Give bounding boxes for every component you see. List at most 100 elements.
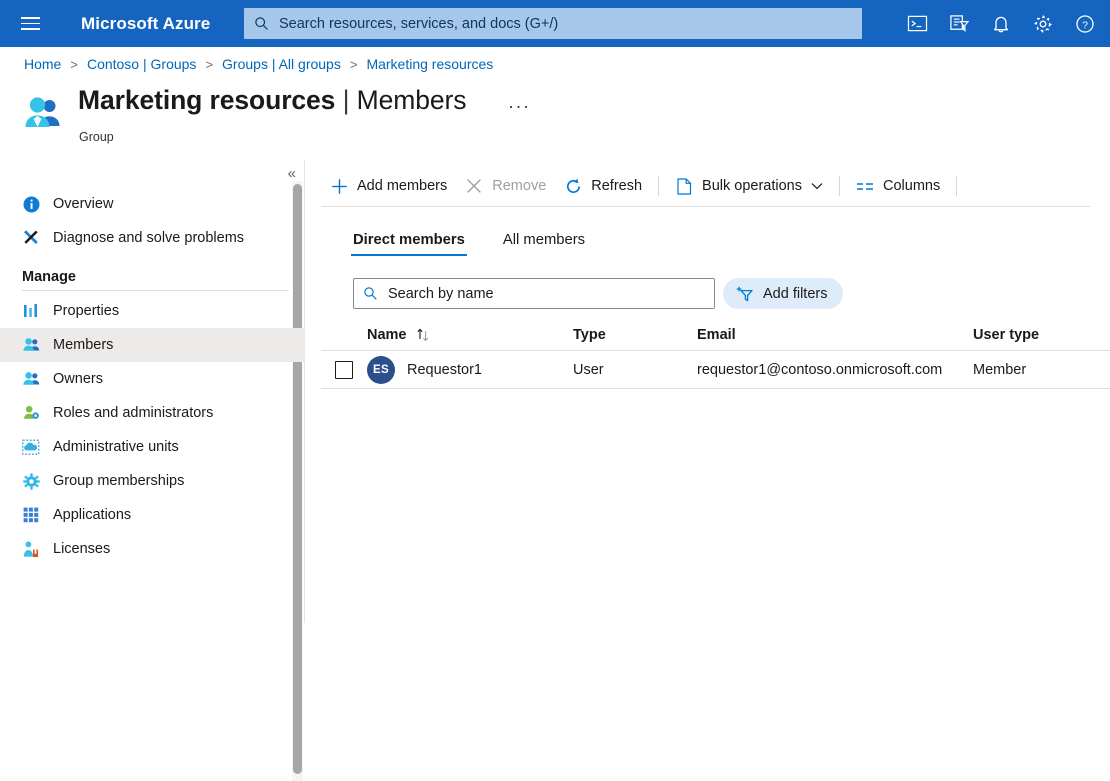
refresh-label: Refresh — [591, 178, 642, 194]
chevron-down-icon — [811, 182, 823, 190]
row-checkbox[interactable] — [335, 361, 353, 379]
toolbar-underline — [321, 206, 1090, 207]
search-by-name-input[interactable] — [386, 285, 705, 303]
add-filters-button[interactable]: Add filters — [723, 278, 843, 309]
sidebar-item-label: Group memberships — [53, 473, 184, 489]
bulk-operations-label: Bulk operations — [702, 178, 802, 194]
toolbar-divider — [956, 176, 957, 196]
tab-direct-members[interactable]: Direct members — [351, 232, 467, 256]
sidebar-item-label: Applications — [53, 507, 131, 523]
column-header-name[interactable]: Name — [367, 327, 573, 343]
columns-button[interactable]: Columns — [847, 170, 949, 202]
member-tabs: Direct members All members — [351, 220, 621, 256]
column-header-email[interactable]: Email — [697, 327, 973, 343]
breadcrumb-item-marketing-resources[interactable]: Marketing resources — [366, 56, 493, 72]
directories-subscriptions-icon[interactable] — [938, 0, 980, 47]
properties-bars-icon — [22, 302, 40, 320]
search-icon — [363, 286, 378, 301]
table-header-row: Name Type Email User ty — [321, 320, 1110, 351]
breadcrumb-item-home[interactable]: Home — [24, 56, 61, 72]
sidebar-item-owners[interactable]: Owners — [0, 362, 305, 396]
page-title: Marketing resources | Members — [78, 85, 466, 116]
column-header-name-label: Name — [367, 327, 407, 343]
document-page-icon — [675, 177, 693, 195]
refresh-icon — [564, 177, 582, 195]
settings-gear-icon[interactable] — [1022, 0, 1064, 47]
sidebar-item-label: Administrative units — [53, 439, 179, 455]
sidebar-item-label: Owners — [53, 371, 103, 387]
brand-title[interactable]: Microsoft Azure — [81, 14, 210, 34]
remove-button[interactable]: Remove — [456, 170, 555, 202]
sidebar-item-administrative-units[interactable]: Administrative units — [0, 430, 305, 464]
refresh-button[interactable]: Refresh — [555, 170, 651, 202]
licenses-icon — [22, 540, 40, 558]
header-icon-group: ? — [896, 0, 1106, 47]
group-memberships-gear-icon — [22, 472, 40, 490]
columns-icon — [856, 177, 874, 195]
breadcrumb-separator: > — [70, 57, 78, 72]
add-filter-icon — [736, 286, 754, 302]
sidebar-item-label: Properties — [53, 303, 119, 319]
row-email-cell: requestor1@contoso.onmicrosoft.com — [697, 362, 973, 378]
sort-arrows-icon[interactable] — [416, 328, 431, 342]
toolbar-divider — [658, 176, 659, 196]
members-table: Name Type Email User ty — [321, 320, 1110, 389]
global-search-box[interactable] — [244, 8, 862, 39]
sidebar-item-label: Licenses — [53, 541, 110, 557]
sidebar-item-diagnose-and-solve-problems[interactable]: Diagnose and solve problems — [0, 221, 305, 255]
sidebar-item-members[interactable]: Members — [0, 328, 305, 362]
global-search-input[interactable] — [277, 15, 852, 33]
breadcrumb-item-groups-all-groups[interactable]: Groups | All groups — [222, 56, 341, 72]
search-by-name-box[interactable] — [353, 278, 715, 309]
breadcrumb-item-contoso-groups[interactable]: Contoso | Groups — [87, 56, 196, 72]
filter-row: Add filters — [353, 278, 843, 309]
page-title-separator: | — [343, 85, 350, 115]
columns-label: Columns — [883, 178, 940, 194]
group-people-icon — [22, 93, 66, 133]
info-circle-icon — [22, 195, 40, 213]
sidebar-item-applications[interactable]: Applications — [0, 498, 305, 532]
cloud-shell-icon[interactable] — [896, 0, 938, 47]
breadcrumb-separator: > — [350, 57, 358, 72]
sidebar-item-licenses[interactable]: Licenses — [0, 532, 305, 566]
sidebar-item-group-memberships[interactable]: Group memberships — [0, 464, 305, 498]
sidebar-item-properties[interactable]: Properties — [0, 294, 305, 328]
command-toolbar: Add members Remove Refresh — [321, 166, 1096, 206]
page-title-sub: Members — [357, 85, 467, 115]
administrative-units-icon — [22, 438, 40, 456]
row-user-type-cell: Member — [973, 362, 1110, 378]
svg-text:?: ? — [1082, 19, 1088, 31]
sidebar-item-roles-and-administrators[interactable]: Roles and administrators — [0, 396, 305, 430]
roles-person-icon — [22, 404, 40, 422]
more-options-icon[interactable]: ··· — [508, 97, 530, 115]
add-members-label: Add members — [357, 178, 447, 194]
notifications-bell-icon[interactable] — [980, 0, 1022, 47]
hamburger-menu-icon[interactable] — [6, 0, 54, 47]
nav-list: Overview Diagnose and solve problems Man… — [0, 187, 305, 566]
nav-group-header-manage: Manage — [0, 269, 305, 285]
owners-people-icon — [22, 370, 40, 388]
sidebar-item-label: Overview — [53, 196, 113, 212]
bulk-operations-button[interactable]: Bulk operations — [666, 170, 832, 202]
column-header-type[interactable]: Type — [573, 327, 697, 343]
breadcrumb-separator: > — [205, 57, 213, 72]
column-header-user-type[interactable]: User type — [973, 327, 1110, 343]
sidebar-item-overview[interactable]: Overview — [0, 187, 305, 221]
toolbar-divider — [839, 176, 840, 196]
add-members-button[interactable]: Add members — [321, 170, 456, 202]
row-checkbox-cell — [321, 361, 367, 379]
table-row[interactable]: ES Requestor1 User requestor1@contoso.on… — [321, 351, 1110, 389]
row-type-cell: User — [573, 362, 697, 378]
breadcrumb: Home > Contoso | Groups > Groups | All g… — [0, 47, 1110, 81]
members-people-icon — [22, 336, 40, 354]
sidebar-item-label: Diagnose and solve problems — [53, 230, 244, 246]
page-title-main: Marketing resources — [78, 85, 335, 115]
help-question-icon[interactable]: ? — [1064, 0, 1106, 47]
row-name-cell: ES Requestor1 — [367, 356, 573, 384]
tab-all-members[interactable]: All members — [501, 232, 587, 256]
avatar: ES — [367, 356, 395, 384]
main-content-area: Add members Remove Refresh — [321, 160, 1110, 623]
sidebar-item-label: Members — [53, 337, 113, 353]
row-name-label[interactable]: Requestor1 — [407, 362, 482, 378]
page-header: Marketing resources | Members ··· Group — [0, 85, 1110, 147]
